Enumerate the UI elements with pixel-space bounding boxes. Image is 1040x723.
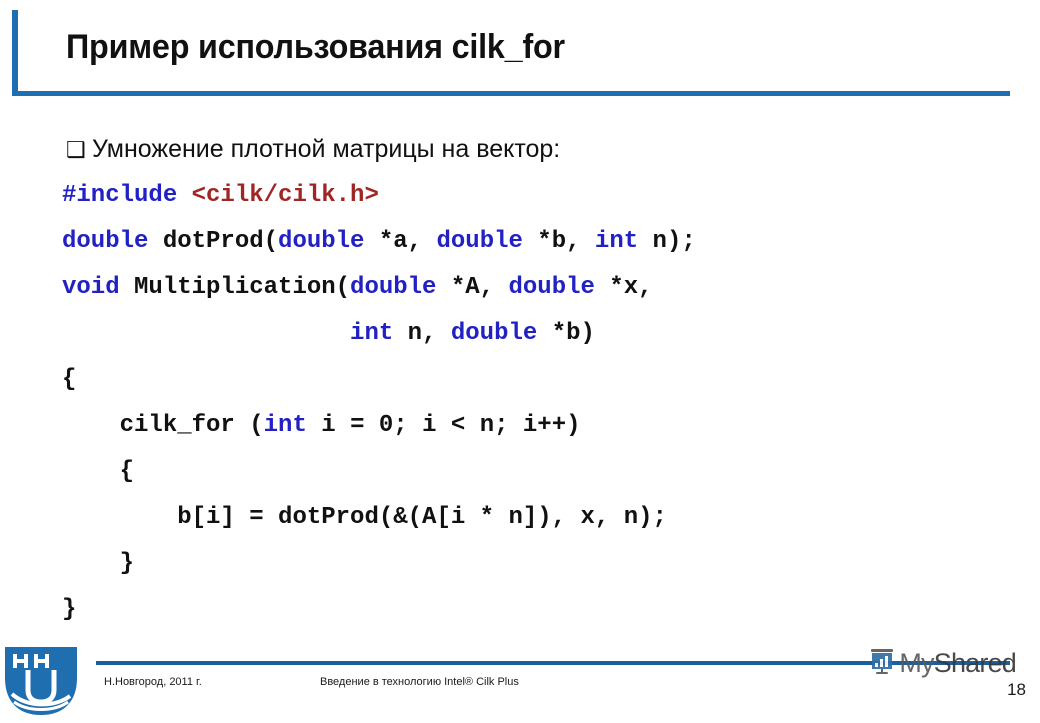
line-mult-decl-2: int n, double *b)	[62, 311, 696, 357]
line-close-brace: }	[62, 587, 696, 633]
code-keyword: int	[350, 320, 394, 347]
footer-location-date: Н.Новгород, 2011 г.	[104, 676, 202, 688]
code-keyword: double	[350, 274, 437, 301]
code-keyword: double	[436, 228, 523, 255]
code-keyword: double	[508, 274, 595, 301]
line-inner-close: }	[62, 541, 696, 587]
hollow-square-bullet-icon: ❑	[66, 137, 86, 162]
code-text: n);	[638, 228, 696, 255]
code-text: n,	[393, 320, 451, 347]
projector-screen-icon	[868, 647, 896, 680]
line-mult-decl-1: void Multiplication(double *A, double *x…	[62, 265, 696, 311]
code-text: {	[62, 366, 77, 393]
code-keyword: double	[450, 320, 538, 347]
code-text: *a,	[364, 228, 437, 255]
bullet-item-label: Умножение плотной матрицы на вектор:	[92, 135, 561, 163]
code-text: b[i] = dotProd(&(A[i * n]), x, n);	[62, 504, 667, 531]
slide-header: Пример использования cilk_for	[0, 0, 1040, 110]
code-header-path: <cilk/cilk.h>	[191, 182, 379, 209]
code-text: *A,	[436, 274, 509, 301]
code-text: Multiplication(	[119, 274, 351, 301]
myshared-watermark: MyShared	[868, 646, 1017, 680]
line-inner-open: {	[62, 449, 696, 495]
unn-logo	[2, 644, 80, 718]
line-body: b[i] = dotProd(&(A[i * n]), x, n);	[62, 495, 696, 541]
header-accent-vertical-bar	[12, 10, 18, 96]
code-text: *b,	[522, 228, 595, 255]
page-title: Пример использования cilk_for	[66, 28, 565, 66]
code-keyword: double	[278, 228, 365, 255]
code-text: cilk_for (	[62, 412, 264, 439]
line-dotprod-decl: double dotProd(double *a, double *b, int…	[62, 219, 696, 265]
footer-deck-title: Введение в технологию Intel® Cilk Plus	[320, 676, 519, 688]
line-include: #include <cilk/cilk.h>	[62, 173, 696, 219]
code-keyword: double	[62, 228, 149, 255]
slide-footer: Н.Новгород, 2011 г. Введение в технологи…	[0, 640, 1040, 720]
myshared-shared-text: Shared	[933, 647, 1017, 678]
code-text: {	[62, 458, 135, 485]
page-number: 18	[1007, 680, 1026, 699]
code-text: i = 0; i < n; i++)	[306, 412, 581, 439]
slide-content: ❑ Умножение плотной матрицы на вектор: #i…	[0, 110, 1040, 635]
code-text: *b)	[537, 320, 595, 347]
bullet-list-item: ❑ Умножение плотной матрицы на вектор:	[66, 135, 560, 164]
line-open-brace: {	[62, 357, 696, 403]
code-text: }	[62, 550, 135, 577]
myshared-my-text: My	[899, 647, 934, 678]
code-keyword: int	[263, 412, 307, 439]
myshared-label: MyShared	[899, 648, 1016, 679]
line-cilk-for: cilk_for (int i = 0; i < n; i++)	[62, 403, 696, 449]
code-keyword: void	[62, 274, 120, 301]
code-text: *x,	[594, 274, 653, 301]
code-text: }	[62, 596, 77, 623]
code-keyword: int	[594, 228, 639, 255]
code-listing: #include <cilk/cilk.h> double dotProd(dou…	[62, 173, 696, 633]
code-directive: #include	[62, 182, 192, 209]
header-accent-horizontal-rule	[12, 91, 1010, 96]
code-text: dotProd(	[148, 228, 279, 255]
